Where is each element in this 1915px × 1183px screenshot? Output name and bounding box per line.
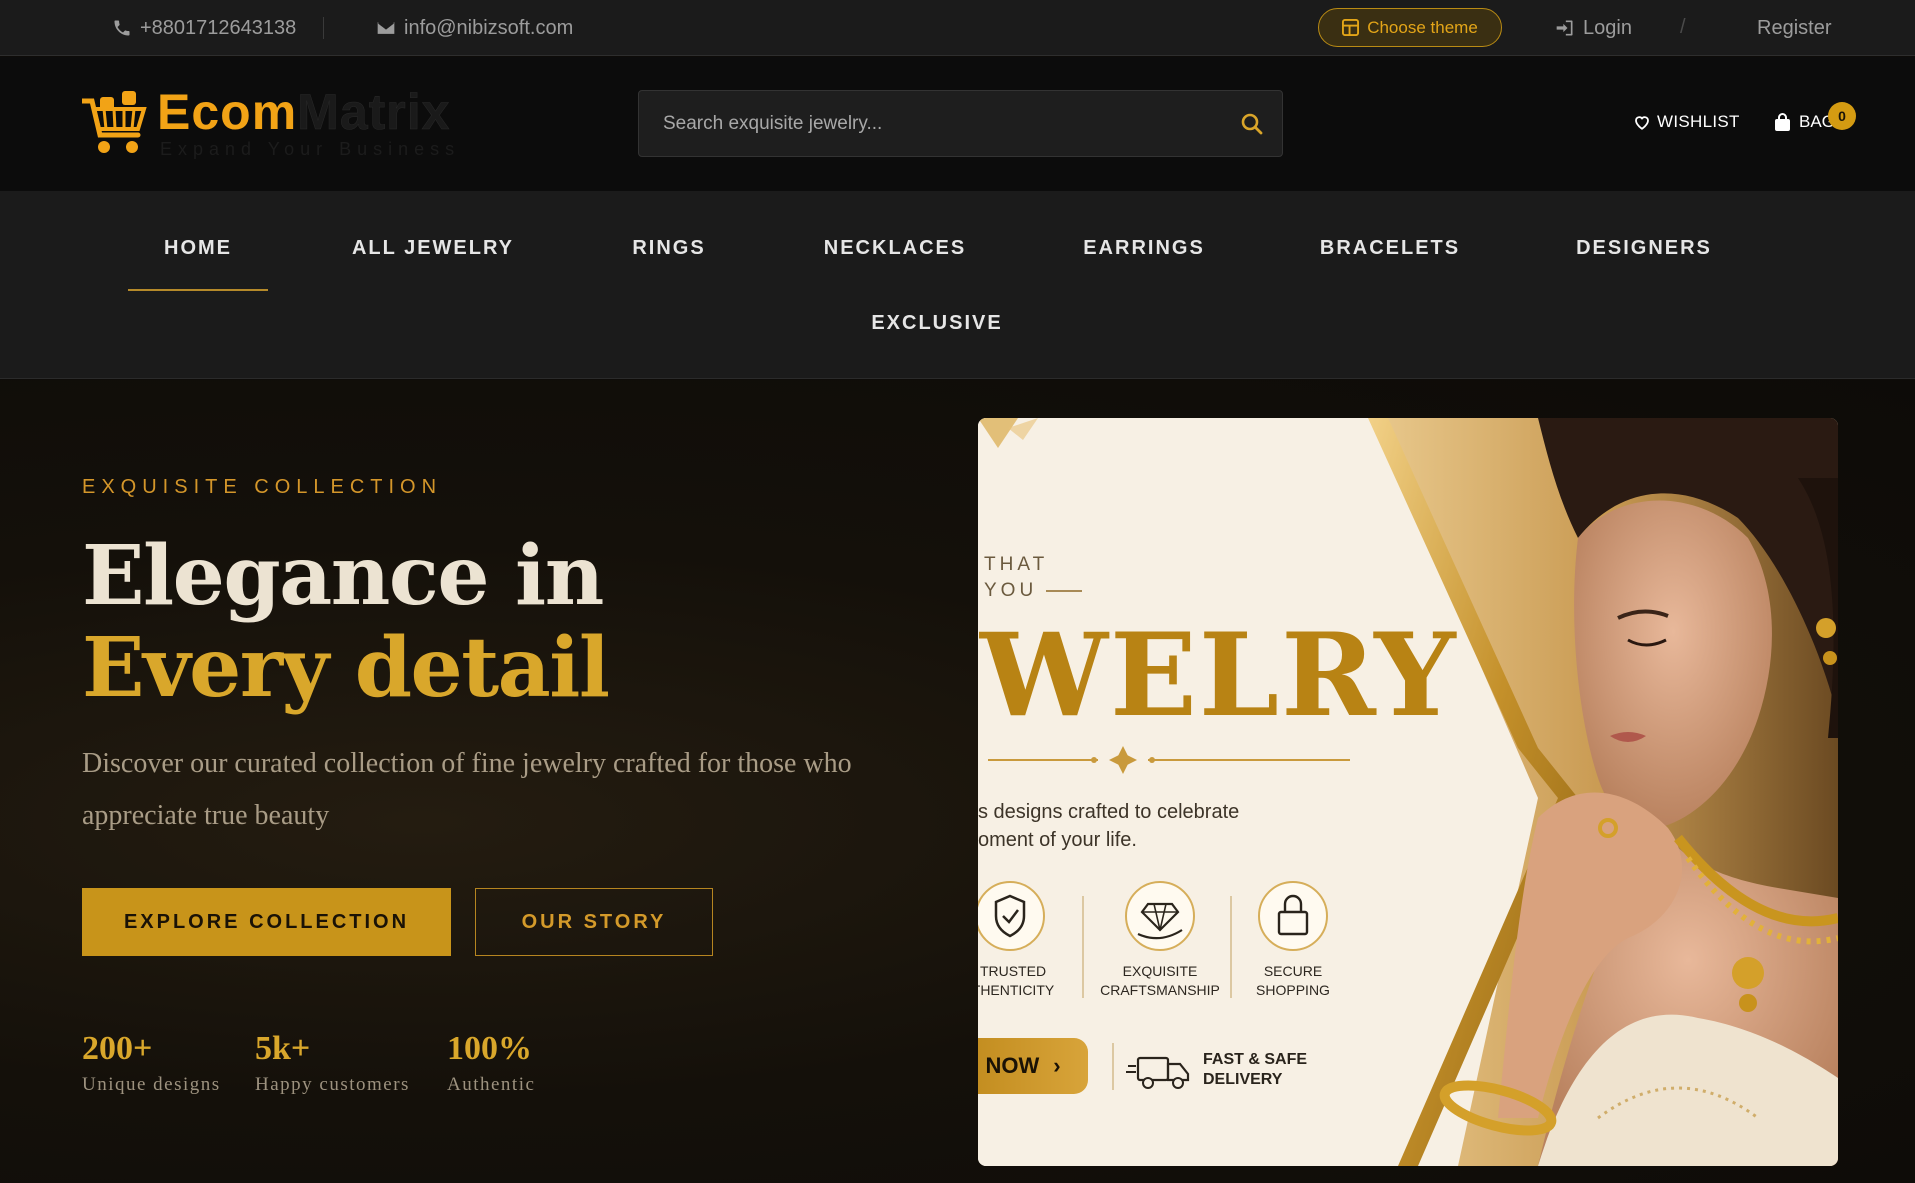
email-address: info@nibizsoft.com bbox=[404, 16, 574, 39]
category-nav: HOME ALL JEWELRY RINGS NECKLACES EARRING… bbox=[0, 191, 1915, 379]
hero-headline-line2: Every detail bbox=[82, 620, 610, 716]
stat-label: Unique designs bbox=[82, 1074, 221, 1095]
chevron-right-icon: › bbox=[1053, 1053, 1061, 1078]
feature-line2: SHOPPING bbox=[1256, 982, 1330, 998]
banner-feature-secure-shopping: SECURE SHOPPING bbox=[1248, 962, 1338, 1000]
banner-shop-now-button[interactable]: NOW › bbox=[978, 1038, 1088, 1094]
delivery-line2: DELIVERY bbox=[1203, 1071, 1283, 1088]
phone-icon bbox=[114, 20, 130, 36]
nav-item-home[interactable]: HOME bbox=[128, 237, 268, 291]
search-input[interactable] bbox=[639, 91, 1222, 156]
feature-line2: CRAFTSMANSHIP bbox=[1100, 982, 1220, 998]
logo-ecom: Ecom bbox=[157, 84, 298, 140]
grid-icon bbox=[1342, 19, 1360, 36]
logo[interactable]: EcomMatrix Expand Your Business bbox=[82, 84, 472, 187]
stat-unique-designs: 200+ Unique designs bbox=[82, 1030, 221, 1096]
wishlist-label: WISHLIST bbox=[1657, 112, 1740, 131]
shop-now-label: NOW bbox=[985, 1053, 1040, 1078]
sign-in-icon bbox=[1556, 20, 1573, 36]
feature-line1: TRUSTED bbox=[979, 963, 1047, 979]
delivery-line1: FAST & SAFE bbox=[1203, 1051, 1308, 1068]
banner-desc-line2: oment of your life. bbox=[978, 829, 1137, 851]
our-story-button[interactable]: OUR STORY bbox=[475, 888, 713, 956]
logo-matrix: Matrix bbox=[297, 84, 451, 141]
envelope-icon bbox=[377, 22, 395, 34]
top-bar: +8801712643138 info@nibizsoft.com Choose… bbox=[0, 0, 1915, 56]
bag-count-badge: 0 bbox=[1828, 102, 1856, 130]
login-label: Login bbox=[1583, 16, 1632, 39]
register-link[interactable]: Register bbox=[1757, 0, 1831, 56]
stat-label: Authentic bbox=[447, 1074, 536, 1095]
hero-headline-line1: Elegance in bbox=[82, 528, 604, 624]
logo-tagline: Expand Your Business bbox=[160, 139, 461, 159]
shopping-cart-logo-icon bbox=[82, 91, 147, 153]
hero-headline: Elegance in Every detail bbox=[82, 528, 610, 716]
phone-contact[interactable]: +8801712643138 bbox=[112, 0, 296, 56]
explore-collection-button[interactable]: EXPLORE COLLECTION bbox=[82, 888, 451, 956]
nav-item-necklaces[interactable]: NECKLACES bbox=[824, 237, 966, 260]
stat-happy-customers: 5k+ Happy customers bbox=[255, 1030, 410, 1096]
banner-line1: THAT bbox=[984, 554, 1049, 575]
wishlist-link[interactable]: WISHLIST bbox=[1633, 112, 1740, 132]
main-header: EcomMatrix Expand Your Business WISHLIST… bbox=[0, 57, 1915, 191]
stat-label: Happy customers bbox=[255, 1074, 410, 1095]
banner-line2: YOU bbox=[984, 580, 1038, 601]
email-contact[interactable]: info@nibizsoft.com bbox=[376, 0, 573, 56]
stat-authentic: 100% Authentic bbox=[447, 1030, 535, 1096]
stat-value: 5k+ bbox=[255, 1030, 311, 1067]
search-button[interactable] bbox=[1222, 91, 1282, 156]
nav-item-rings[interactable]: RINGS bbox=[632, 237, 705, 260]
banner-artwork bbox=[978, 418, 1838, 1166]
banner-delivery-text: FAST & SAFE DELIVERY bbox=[1203, 1050, 1307, 1090]
auth-separator: / bbox=[1680, 16, 1686, 38]
logo-wordmark: EcomMatrix bbox=[157, 83, 450, 141]
search-bar bbox=[638, 90, 1283, 157]
nav-item-earrings[interactable]: EARRINGS bbox=[1083, 237, 1205, 260]
stat-value: 200+ bbox=[82, 1030, 153, 1067]
hero-eyebrow: EXQUISITE COLLECTION bbox=[82, 476, 443, 498]
shopping-bag-icon bbox=[1775, 112, 1790, 131]
hero-banner-image[interactable]: THAT YOU WELRY s designs crafted to cele… bbox=[978, 418, 1838, 1166]
nav-item-all-jewelry[interactable]: ALL JEWELRY bbox=[352, 237, 514, 260]
hero-subtext: Discover our curated collection of fine … bbox=[82, 748, 852, 831]
stat-value: 100% bbox=[447, 1030, 532, 1067]
search-icon bbox=[1241, 113, 1263, 134]
feature-line1: SECURE bbox=[1263, 963, 1323, 979]
phone-number: +8801712643138 bbox=[140, 16, 297, 39]
contact-divider bbox=[323, 17, 324, 39]
banner-feature-craftsmanship: EXQUISITE CRAFTSMANSHIP bbox=[1100, 962, 1220, 1000]
nav-item-exclusive[interactable]: EXCLUSIVE bbox=[871, 312, 1002, 335]
banner-feature-authenticity: TRUSTED THENTICITY bbox=[978, 962, 1058, 1000]
banner-desc-line1: s designs crafted to celebrate bbox=[978, 801, 1240, 823]
login-link[interactable]: Login bbox=[1555, 0, 1632, 56]
banner-big-word: WELRY bbox=[980, 608, 1458, 742]
nav-item-bracelets[interactable]: BRACELETS bbox=[1320, 237, 1460, 260]
heart-icon bbox=[1635, 116, 1649, 130]
feature-line1: EXQUISITE bbox=[1122, 963, 1198, 979]
choose-theme-label: Choose theme bbox=[1367, 17, 1478, 37]
nav-item-designers[interactable]: DESIGNERS bbox=[1576, 237, 1712, 260]
feature-line2: THENTICITY bbox=[978, 982, 1055, 998]
choose-theme-button[interactable]: Choose theme bbox=[1318, 8, 1502, 47]
register-label: Register bbox=[1757, 16, 1832, 39]
